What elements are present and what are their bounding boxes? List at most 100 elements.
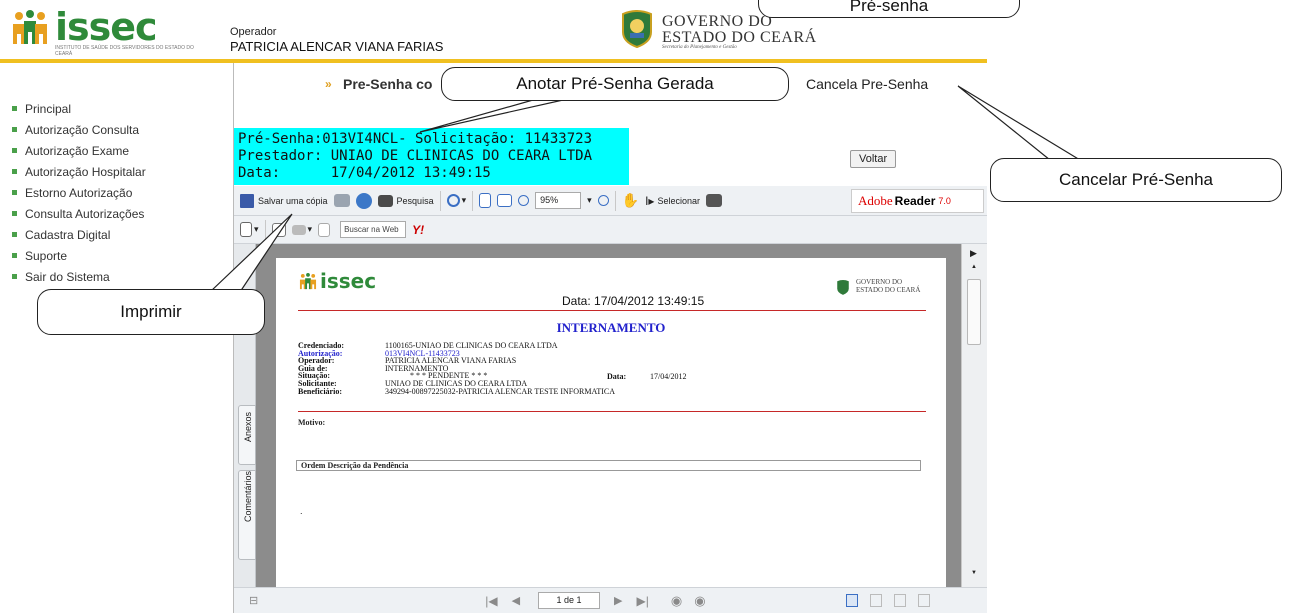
reader-toolbar-main: Salvar uma cópia Pesquisa ▾ 95% ▾ ✋ I▸ S… <box>234 186 987 216</box>
document-pending-table: Ordem Descrição da Pendência <box>296 460 921 471</box>
callout-cancelar-text: Cancelar Pré-Senha <box>1058 170 1214 189</box>
tab-annexes[interactable]: Anexos <box>238 405 256 465</box>
copy-button[interactable] <box>318 222 331 237</box>
sidebar-item-label: Autorização Exame <box>25 143 130 158</box>
back-view-icon[interactable]: ◉ <box>671 593 682 609</box>
sidebar-item-label: Principal <box>25 101 72 116</box>
document-page: issec Data: 17/04/2012 13:49:15 GOVERNO … <box>276 258 946 587</box>
scroll-thumb[interactable] <box>967 279 981 345</box>
yahoo-search-icon[interactable]: Y! <box>412 223 424 237</box>
first-page-icon[interactable]: |◀ <box>485 594 497 608</box>
document-rule <box>298 310 926 311</box>
tab-comments[interactable]: Comentários <box>238 470 256 560</box>
fit-page-icon <box>479 193 492 208</box>
bullet-icon <box>12 127 17 132</box>
save-copy-label: Salvar uma cópia <box>258 195 328 206</box>
fit-width-icon <box>497 194 513 207</box>
adobe-reader-logo: Adobe Reader 7.0 <box>851 188 984 213</box>
pages-menu-button[interactable]: ▾ <box>240 222 259 237</box>
sidebar-item-estorno-autorizacao[interactable]: Estorno Autorização <box>12 182 146 203</box>
callout-imprimir-text: Imprimir <box>120 302 182 321</box>
page-title: Pre-Senha co <box>343 76 433 92</box>
sidebar-item-autorizacao-exame[interactable]: Autorização Exame <box>12 140 146 161</box>
save-copy-button[interactable]: Salvar uma cópia <box>240 193 328 208</box>
scroll-up-icon[interactable]: ▲ <box>971 264 977 270</box>
adobe-brand: Adobe <box>858 192 893 208</box>
page-icon <box>240 222 252 237</box>
fit-page-button[interactable] <box>479 193 492 208</box>
sidebar-item-autorizacao-consulta[interactable]: Autorização Consulta <box>12 119 146 140</box>
field-row: Beneficiário: 349294-00897225032-PATRICIA… <box>298 386 616 396</box>
snapshot-button[interactable] <box>705 194 722 207</box>
sidebar-item-principal[interactable]: Principal <box>12 98 146 119</box>
document-gov-line2: ESTADO DO CEARÁ <box>856 286 921 294</box>
zoom-in-button[interactable] <box>597 195 609 206</box>
print-button[interactable] <box>333 194 350 207</box>
last-page-icon[interactable]: ▶| <box>637 594 649 608</box>
document-viewport[interactable]: issec Data: 17/04/2012 13:49:15 GOVERNO … <box>256 244 961 587</box>
eraser-icon <box>291 224 306 235</box>
bullet-icon <box>12 190 17 195</box>
cancel-pre-senha-link[interactable]: Cancela Pre-Senha <box>806 76 928 92</box>
panel-toggle-icon[interactable]: ⊟ <box>249 594 258 607</box>
sidebar-item-autorizacao-hospitalar[interactable]: Autorização Hospitalar <box>12 161 146 182</box>
vertical-scrollbar[interactable]: ▶ ▲ ▼ <box>961 244 987 587</box>
fit-width-button[interactable] <box>497 194 513 207</box>
callout-cancelar: Cancelar Pré-Senha <box>990 158 1282 202</box>
next-page-icon[interactable]: ▶ <box>614 594 622 607</box>
select-label: Selecionar <box>657 195 700 206</box>
forward-view-icon[interactable]: ◉ <box>694 593 705 609</box>
document-gov-logo: GOVERNO DO ESTADO DO CEARÁ <box>836 276 926 304</box>
spellcheck-button[interactable] <box>271 222 286 237</box>
email-button[interactable] <box>355 192 372 209</box>
hand-tool-button[interactable]: ✋ <box>622 192 639 209</box>
prev-page-icon[interactable]: ◀ <box>512 594 520 607</box>
issec-logo: issec INSTITUTO DE SAÚDE DOS SERVIDORES … <box>10 5 194 57</box>
zoom-tool-button[interactable]: ▾ <box>446 194 466 207</box>
bullet-icon <box>12 253 17 258</box>
copy-icon <box>318 222 331 237</box>
zoom-out-button[interactable] <box>518 195 530 206</box>
sidebar-item-label: Autorização Consulta <box>25 122 140 137</box>
web-search-input[interactable]: Buscar na Web <box>340 221 407 238</box>
facing-icon[interactable] <box>893 594 906 607</box>
pre-senha-line: Pré-Senha:013VI4NCL- Solicitação: 114337… <box>238 131 593 147</box>
continuous-facing-icon[interactable] <box>917 594 930 607</box>
family-logo-icon <box>13 10 47 44</box>
voltar-button[interactable]: Voltar <box>850 150 897 168</box>
select-icon: I▸ <box>645 193 655 208</box>
callout-imprimir: Imprimir <box>37 289 265 335</box>
tab-comments-label: Comentários <box>243 470 253 522</box>
bullet-icon <box>12 106 17 111</box>
field-value: 349294-00897225032-PATRICIA ALENCAR TEST… <box>385 386 616 396</box>
field-key: Beneficiário: <box>298 386 342 396</box>
single-page-icon[interactable] <box>845 594 858 607</box>
header-divider <box>0 59 987 63</box>
search-label: Pesquisa <box>396 195 434 206</box>
sidebar-item-cadastra-digital[interactable]: Cadastra Digital <box>12 224 146 245</box>
toolbar-separator <box>264 219 266 240</box>
zoom-dropdown[interactable]: ▾ <box>587 195 592 206</box>
document-fields: Credenciado: 1100165-UNIAO DE CLINICAS DO… <box>298 342 615 395</box>
title-arrow-icon: » <box>325 77 332 91</box>
continuous-icon[interactable] <box>869 594 882 607</box>
eraser-button[interactable]: ▾ <box>291 224 312 235</box>
sidebar-item-label: Sair do Sistema <box>25 269 110 284</box>
page-number-field[interactable]: 1 de 1 <box>538 592 601 609</box>
chevron-down-icon: ▾ <box>587 195 592 205</box>
reader-brand: Reader <box>894 193 936 208</box>
select-tool-button[interactable]: I▸ Selecionar <box>645 194 700 208</box>
sidebar-item-suporte[interactable]: Suporte <box>12 245 146 266</box>
sidebar-item-consulta-autorizacoes[interactable]: Consulta Autorizações <box>12 203 146 224</box>
zoom-level-field[interactable]: 95% <box>535 192 582 209</box>
scroll-down-icon[interactable]: ▼ <box>971 570 977 576</box>
document-rule <box>298 411 926 412</box>
document-issec-logo: issec <box>298 269 376 296</box>
scroll-right-icon[interactable]: ▶ <box>970 248 977 259</box>
operator-label: Operador <box>230 26 277 38</box>
document-date: Data: 17/04/2012 13:49:15 <box>562 294 705 308</box>
zoom-plus-icon <box>597 195 609 206</box>
search-button[interactable]: Pesquisa <box>377 194 434 207</box>
sidebar-item-sair[interactable]: Sair do Sistema <box>12 266 146 287</box>
sidebar-item-label: Consulta Autorizações <box>25 206 145 221</box>
